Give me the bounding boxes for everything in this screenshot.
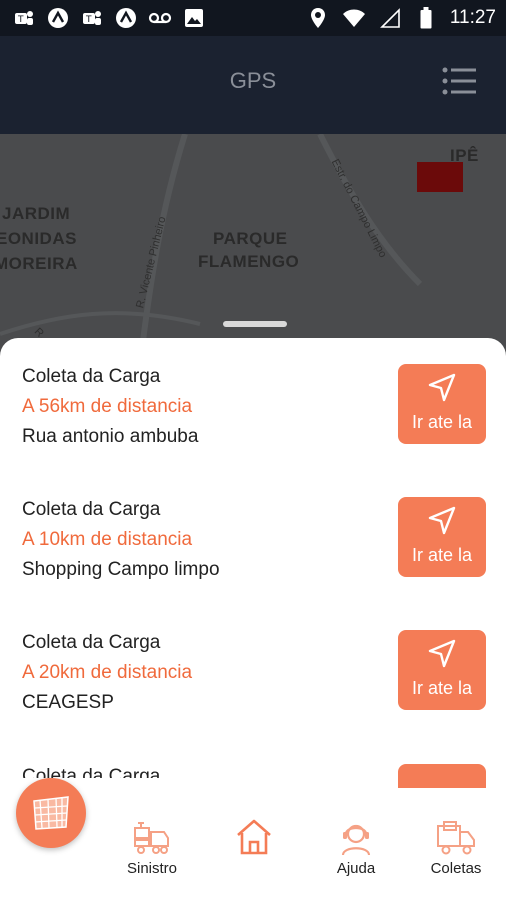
image-icon bbox=[182, 6, 206, 30]
nav-label: Sinistro bbox=[126, 860, 178, 877]
item-address: CEAGESP bbox=[22, 692, 114, 713]
notification-icons: T T bbox=[12, 6, 206, 30]
menu-button[interactable] bbox=[442, 66, 476, 96]
map-label: FLAMENGO bbox=[198, 252, 300, 271]
item-address: Shopping Campo limpo bbox=[22, 559, 220, 580]
teams-icon: T bbox=[80, 6, 104, 30]
item-distance: A 56km de distancia bbox=[22, 396, 193, 417]
sheet-drag-handle[interactable] bbox=[223, 321, 287, 327]
app-circle-icon bbox=[46, 6, 70, 30]
delivery-truck-icon bbox=[437, 821, 475, 855]
status-bar: T T 11:27 bbox=[0, 0, 506, 36]
item-distance: A 10km de distancia bbox=[22, 529, 193, 550]
clock: 11:27 bbox=[449, 7, 496, 28]
nav-label: Ajuda bbox=[336, 860, 376, 877]
location-icon bbox=[306, 6, 330, 30]
navigation-arrow-icon bbox=[428, 373, 456, 402]
map-fab-button[interactable] bbox=[16, 778, 86, 848]
map-label: PARQUE bbox=[213, 229, 288, 248]
nav-home[interactable] bbox=[232, 818, 276, 856]
system-icons: 11:27 bbox=[306, 6, 496, 30]
teams-icon: T bbox=[12, 6, 36, 30]
accident-icon bbox=[134, 822, 169, 854]
item-distance: A 20km de distancia bbox=[22, 662, 193, 683]
battery-icon bbox=[414, 6, 438, 30]
home-icon bbox=[237, 819, 271, 855]
collections-sheet: Coleta da Carga A 56km de distancia Rua … bbox=[0, 338, 506, 788]
map-grid-icon bbox=[33, 796, 69, 830]
menu-list-icon bbox=[442, 67, 476, 95]
item-title: Coleta da Carga bbox=[22, 499, 161, 520]
go-there-label: Ir ate la bbox=[411, 545, 473, 565]
nav-ajuda[interactable]: Ajuda bbox=[330, 820, 382, 877]
app-bar: GPS bbox=[0, 36, 506, 134]
map-marker[interactable] bbox=[417, 162, 463, 192]
page-title: GPS bbox=[229, 68, 277, 93]
wifi-icon bbox=[342, 6, 366, 30]
support-agent-icon bbox=[341, 824, 371, 856]
nav-label: Coletas bbox=[430, 860, 482, 877]
signal-icon bbox=[378, 6, 402, 30]
navigation-arrow-icon bbox=[428, 506, 456, 535]
list-item: Coleta da Carga A 10km de distancia Shop… bbox=[0, 497, 506, 599]
svg-text:T: T bbox=[17, 15, 24, 25]
item-address: Rua antonio ambuba bbox=[22, 426, 199, 447]
list-item-partial: Coleta da Carga bbox=[22, 764, 202, 778]
item-title: Coleta da Carga bbox=[22, 632, 161, 653]
go-there-button-partial[interactable] bbox=[398, 764, 486, 788]
go-there-button[interactable]: Ir ate la bbox=[398, 364, 486, 444]
go-there-label: Ir ate la bbox=[411, 678, 473, 698]
item-title: Coleta da Carga bbox=[22, 766, 161, 778]
map-view[interactable]: JARDIM EONIDAS MOREIRA PARQUE FLAMENGO I… bbox=[0, 134, 506, 364]
item-title: Coleta da Carga bbox=[22, 366, 161, 387]
voicemail-icon bbox=[148, 6, 172, 30]
go-there-button[interactable]: Ir ate la bbox=[398, 630, 486, 710]
map-label: JARDIM bbox=[2, 204, 71, 223]
nav-sinistro[interactable]: Sinistro bbox=[116, 820, 188, 877]
nav-coletas[interactable]: Coletas bbox=[424, 820, 488, 877]
list-item: Coleta da Carga A 56km de distancia Rua … bbox=[0, 364, 506, 466]
map-label: MOREIRA bbox=[0, 254, 78, 273]
go-there-label: Ir ate la bbox=[411, 412, 473, 432]
go-there-button[interactable]: Ir ate la bbox=[398, 497, 486, 577]
map-label: EONIDAS bbox=[0, 229, 77, 248]
navigation-arrow-icon bbox=[428, 639, 456, 668]
app-circle-icon bbox=[114, 6, 138, 30]
svg-text:T: T bbox=[85, 15, 92, 25]
list-item: Coleta da Carga A 20km de distancia CEAG… bbox=[0, 630, 506, 732]
